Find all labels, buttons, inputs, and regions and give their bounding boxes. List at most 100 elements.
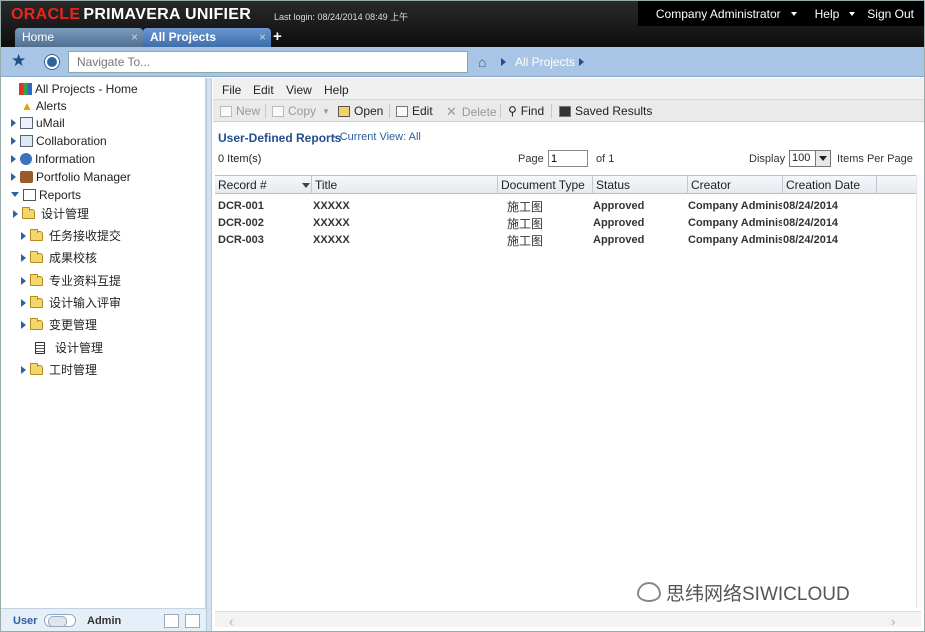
column-header-document-type[interactable]: Document Type (498, 176, 593, 194)
folder-icon (30, 362, 43, 375)
sidebar-item-task-submit[interactable]: 任务接收提交 (21, 227, 121, 244)
watermark: 思纬网络SIWICLOUD (637, 579, 850, 605)
sidebar-item-collaboration[interactable]: Collaboration (11, 132, 107, 149)
breadcrumb-all-projects[interactable]: All Projects (515, 55, 575, 69)
user-menu-label: Company Administrator (655, 6, 781, 21)
cell-creation-date: 08/24/2014 (783, 234, 839, 246)
sidebar-item-portfolio-manager[interactable]: Portfolio Manager (11, 168, 131, 185)
sidebar-item-hours-management[interactable]: 工时管理 (21, 361, 97, 378)
items-per-page-value: 100 (792, 152, 811, 164)
tab-home[interactable]: Home × (15, 28, 143, 47)
sidebar-item-input-review[interactable]: 设计输入评审 (21, 294, 121, 311)
expand-arrow-icon[interactable] (21, 231, 26, 240)
scroll-right-icon[interactable]: › (891, 614, 895, 629)
navigate-to-input[interactable] (68, 51, 468, 73)
sidebar-item-design-management[interactable]: 设计管理 (13, 205, 89, 222)
sidebar-item-umail[interactable]: uMail (11, 114, 65, 131)
expand-arrow-icon[interactable] (13, 209, 18, 218)
expand-arrow-icon[interactable] (21, 298, 26, 307)
column-label: Status (596, 178, 631, 192)
add-tab-button[interactable]: + (273, 28, 282, 45)
sidebar-item-result-check[interactable]: 成果校核 (21, 249, 97, 266)
delete-button-label: Delete (461, 105, 497, 119)
edit-button[interactable]: Edit (396, 104, 433, 118)
sidebar-item-design-report[interactable]: 设计管理 (35, 339, 103, 356)
cell-title: XXXXX (313, 234, 350, 246)
globe-icon[interactable] (45, 55, 59, 69)
list-view-icon[interactable] (185, 614, 200, 628)
menu-bar: File Edit View Help (213, 78, 924, 100)
star-icon[interactable]: ★ (11, 52, 26, 69)
cell-record: DCR-002 (218, 217, 264, 229)
table-row[interactable]: DCR-003 XXXXX 施工图 Approved Company Admin… (215, 231, 921, 248)
folder-icon (30, 228, 43, 241)
sign-out-link[interactable]: Sign Out (867, 7, 914, 21)
sidebar-item-all-projects-home[interactable]: All Projects - Home (19, 80, 138, 97)
report-document-icon (35, 341, 45, 354)
breadcrumb-arrow-icon[interactable] (579, 58, 584, 66)
column-header-status[interactable]: Status (593, 176, 688, 194)
help-label: Help (814, 6, 840, 21)
table-row[interactable]: DCR-001 XXXXX 施工图 Approved Company Admin… (215, 197, 921, 214)
tab-all-projects[interactable]: All Projects × (143, 28, 271, 47)
sidebar-item-label: 成果校核 (49, 251, 98, 265)
delete-button[interactable]: ✕ Delete (446, 104, 497, 120)
items-per-page-select[interactable]: 100 (789, 150, 831, 167)
sidebar-item-data-exchange[interactable]: 专业资料互提 (21, 272, 121, 289)
page-number-input[interactable] (548, 150, 588, 167)
user-admin-toggle[interactable] (44, 614, 76, 627)
find-button[interactable]: ⚲ Find (508, 104, 544, 118)
sidebar-item-change-management[interactable]: 变更管理 (21, 316, 97, 333)
sidebar-splitter[interactable] (206, 78, 212, 631)
column-header-record[interactable]: Record # (215, 176, 312, 194)
column-header-creator[interactable]: Creator (688, 176, 783, 194)
sort-arrow-icon[interactable] (302, 183, 310, 188)
expand-arrow-icon[interactable] (11, 154, 16, 163)
sidebar-item-reports[interactable]: Reports (11, 186, 81, 203)
chevron-down-icon[interactable]: ▼ (322, 107, 330, 116)
horizontal-scrollbar[interactable]: ‹ › (215, 611, 921, 629)
home-icon[interactable]: ⌂ (478, 54, 486, 70)
expand-arrow-icon[interactable] (21, 320, 26, 329)
column-label: Creator (691, 178, 732, 192)
table-header: Record # Title Document Type Status Crea… (215, 176, 921, 194)
open-button[interactable]: Open (338, 104, 383, 118)
column-header-title[interactable]: Title (312, 176, 498, 194)
copy-button[interactable]: Copy ▼ (272, 104, 330, 118)
menu-file[interactable]: File (222, 83, 241, 97)
help-menu-button[interactable]: Help (809, 7, 856, 21)
toolbar: New Copy ▼ Open Edit ✕ Delete ⚲ Find Saved … (213, 100, 924, 122)
menu-help[interactable]: Help (324, 83, 349, 97)
expand-arrow-icon[interactable] (11, 118, 16, 127)
scroll-left-icon[interactable]: ‹ (229, 614, 233, 629)
collapse-arrow-icon[interactable] (11, 192, 19, 197)
user-menu-button[interactable]: Company Administrator (650, 7, 797, 21)
expand-arrow-icon[interactable] (21, 253, 26, 262)
printer-icon (23, 188, 36, 201)
expand-arrow-icon[interactable] (21, 365, 26, 374)
sidebar-item-alerts[interactable]: ▲ Alerts (21, 97, 67, 114)
column-header-creation-date[interactable]: Creation Date (783, 176, 877, 194)
menu-edit[interactable]: Edit (253, 83, 274, 97)
sidebar-item-information[interactable]: Information (11, 150, 95, 167)
chevron-down-icon[interactable] (815, 151, 830, 166)
column-label: Record # (218, 178, 267, 192)
sidebar-item-label: 设计输入评审 (49, 296, 122, 310)
collaboration-icon (20, 134, 33, 147)
table-row[interactable]: DCR-002 XXXXX 施工图 Approved Company Admin… (215, 214, 921, 231)
cell-document-type: 施工图 (507, 200, 544, 214)
breadcrumb-arrow-icon (501, 58, 506, 66)
expand-arrow-icon[interactable] (11, 172, 16, 181)
delete-icon: ✕ (446, 104, 457, 119)
vertical-scrollbar[interactable] (916, 175, 924, 608)
new-button[interactable]: New (220, 104, 260, 118)
cell-document-type: 施工图 (507, 234, 544, 248)
tree-view-icon[interactable] (164, 614, 179, 628)
close-icon[interactable]: × (259, 30, 266, 44)
chevron-down-icon (790, 12, 797, 17)
menu-view[interactable]: View (286, 83, 312, 97)
expand-arrow-icon[interactable] (21, 276, 26, 285)
expand-arrow-icon[interactable] (11, 136, 16, 145)
close-icon[interactable]: × (131, 30, 138, 44)
saved-results-button[interactable]: Saved Results (559, 104, 652, 118)
